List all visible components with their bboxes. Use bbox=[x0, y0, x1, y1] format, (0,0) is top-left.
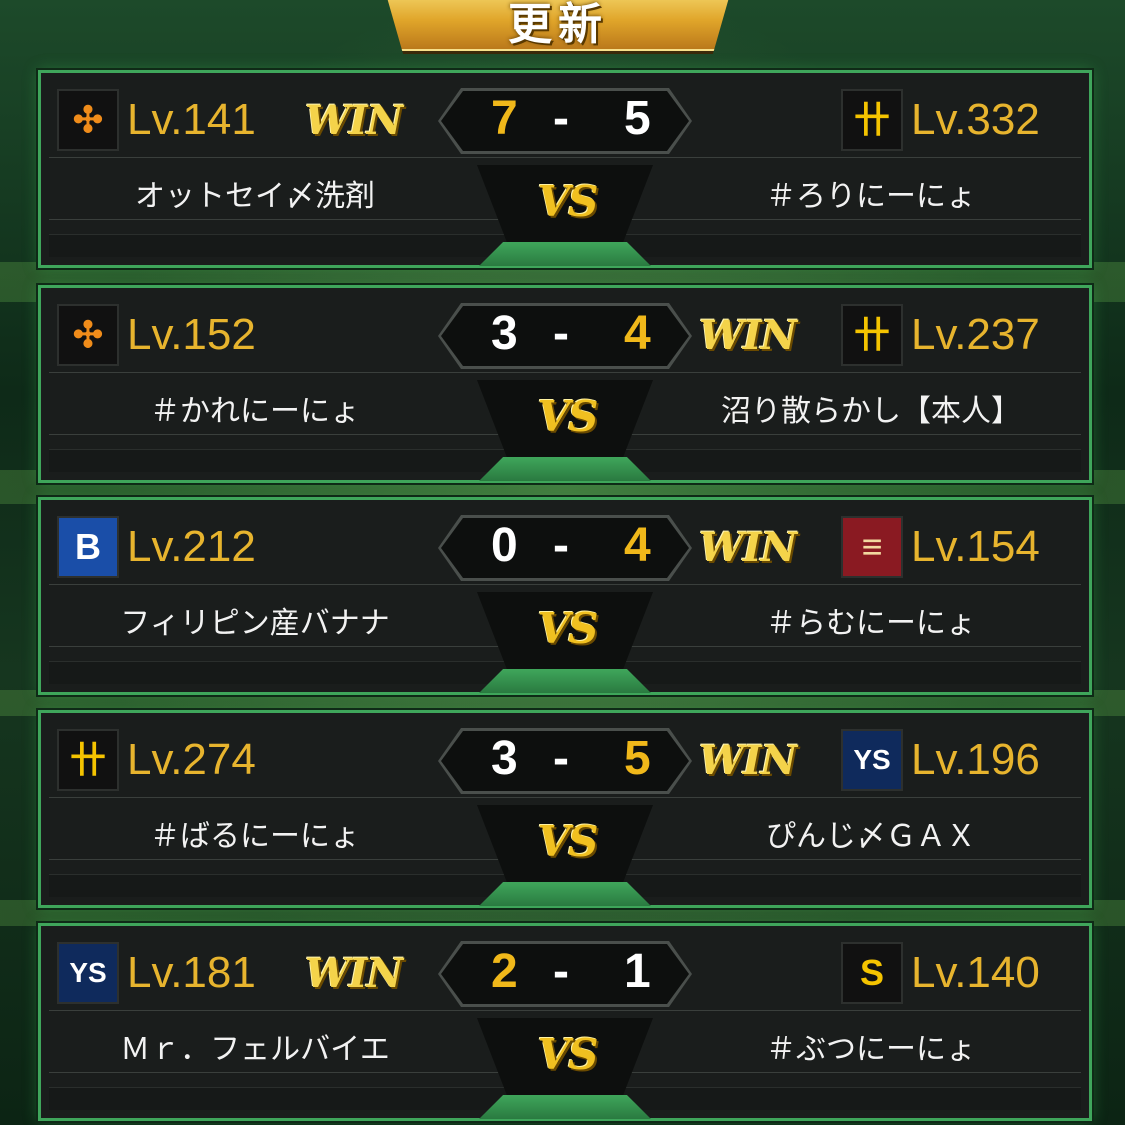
right-player-name[interactable]: ＃ぶつにーにょ bbox=[691, 1024, 1051, 1068]
left-score: 7 bbox=[491, 92, 518, 145]
vs-plate-accent bbox=[479, 242, 651, 266]
right-player-level: Lv.237 bbox=[911, 310, 1040, 359]
right-score: 4 bbox=[624, 307, 651, 360]
baystars-logo-icon: B bbox=[57, 516, 119, 578]
left-player-name[interactable]: ＃ばるにーにょ bbox=[75, 811, 435, 855]
match-card[interactable]: 卄 Lv.274 ＃ばるにーにょ YS Lv.196 WIN ぴんじ〆ＧＡＸ 3… bbox=[38, 710, 1092, 908]
right-win-badge: WIN bbox=[699, 524, 797, 571]
right-player-level: Lv.332 bbox=[911, 95, 1040, 144]
update-button[interactable]: 更新 bbox=[382, 0, 734, 54]
right-player-level: Lv.140 bbox=[911, 948, 1040, 997]
score-dash: - bbox=[553, 307, 569, 360]
vs-plate-accent bbox=[479, 1095, 651, 1119]
tigers-logo-icon: 卄 bbox=[841, 89, 903, 151]
right-score: 4 bbox=[624, 519, 651, 572]
left-score: 0 bbox=[491, 519, 518, 572]
update-label: 更新 bbox=[508, 0, 608, 50]
right-score: 5 bbox=[624, 92, 651, 145]
score-dash: - bbox=[553, 92, 569, 145]
swallows-logo-icon: YS bbox=[841, 729, 903, 791]
vs-label: VS bbox=[537, 177, 599, 226]
left-win-badge: WIN bbox=[305, 97, 403, 144]
left-player-name[interactable]: Ｍｒ．フェルバイエ bbox=[75, 1024, 435, 1068]
right-player-name[interactable]: ＃ろりにーにょ bbox=[691, 171, 1051, 215]
score-dash: - bbox=[553, 519, 569, 572]
right-player-name[interactable]: 沼り散らかし【本人】 bbox=[691, 386, 1051, 430]
score-panel: 7 - 5 VS bbox=[438, 87, 692, 266]
match-card[interactable]: B Lv.212 フィリピン産バナナ ≡ Lv.154 WIN ＃らむにーにょ … bbox=[38, 497, 1092, 695]
giants-logo-icon: ✣ bbox=[57, 304, 119, 366]
left-player-level: Lv.274 bbox=[127, 735, 256, 784]
right-player-name[interactable]: ぴんじ〆ＧＡＸ bbox=[691, 811, 1051, 855]
vs-plate-accent bbox=[479, 669, 651, 693]
match-card[interactable]: YS Lv.181 WIN Ｍｒ．フェルバイエ S Lv.140 ＃ぶつにーにょ… bbox=[38, 923, 1092, 1121]
match-card[interactable]: ✣ Lv.152 ＃かれにーにょ 卄 Lv.237 WIN 沼り散らかし【本人】… bbox=[38, 285, 1092, 483]
right-score: 1 bbox=[624, 945, 651, 998]
left-win-badge: WIN bbox=[305, 950, 403, 997]
score-panel: 2 - 1 VS bbox=[438, 940, 692, 1119]
right-player-level: Lv.154 bbox=[911, 522, 1040, 571]
right-win-badge: WIN bbox=[699, 737, 797, 784]
score-panel: 3 - 5 VS bbox=[438, 727, 692, 906]
hawks-logo-icon: S bbox=[841, 942, 903, 1004]
left-player-level: Lv.152 bbox=[127, 310, 256, 359]
left-player-name[interactable]: ＃かれにーにょ bbox=[75, 386, 435, 430]
vs-plate-accent bbox=[479, 457, 651, 481]
left-player-level: Lv.212 bbox=[127, 522, 256, 571]
match-card[interactable]: ✣ Lv.141 WIN オットセイ〆洗剤 卄 Lv.332 ＃ろりにーにょ 7… bbox=[38, 70, 1092, 268]
giants-logo-icon: ✣ bbox=[57, 89, 119, 151]
swallows-logo-icon: YS bbox=[57, 942, 119, 1004]
tigers-logo-icon: 卄 bbox=[841, 304, 903, 366]
right-player-name[interactable]: ＃らむにーにょ bbox=[691, 598, 1051, 642]
left-score: 2 bbox=[491, 945, 518, 998]
left-player-name[interactable]: オットセイ〆洗剤 bbox=[75, 171, 435, 215]
right-player-level: Lv.196 bbox=[911, 735, 1040, 784]
left-score: 3 bbox=[491, 307, 518, 360]
vs-label: VS bbox=[537, 604, 599, 653]
left-score: 3 bbox=[491, 732, 518, 785]
left-player-level: Lv.181 bbox=[127, 948, 256, 997]
right-win-badge: WIN bbox=[699, 312, 797, 359]
right-score: 5 bbox=[624, 732, 651, 785]
vs-label: VS bbox=[537, 392, 599, 441]
vs-label: VS bbox=[537, 817, 599, 866]
eagles-logo-icon: ≡ bbox=[841, 516, 903, 578]
left-player-name[interactable]: フィリピン産バナナ bbox=[75, 598, 435, 642]
left-player-level: Lv.141 bbox=[127, 95, 256, 144]
tigers-logo-icon: 卄 bbox=[57, 729, 119, 791]
vs-plate-accent bbox=[479, 882, 651, 906]
vs-label: VS bbox=[537, 1030, 599, 1079]
score-dash: - bbox=[553, 945, 569, 998]
score-panel: 0 - 4 VS bbox=[438, 514, 692, 693]
score-panel: 3 - 4 VS bbox=[438, 302, 692, 481]
score-dash: - bbox=[553, 732, 569, 785]
